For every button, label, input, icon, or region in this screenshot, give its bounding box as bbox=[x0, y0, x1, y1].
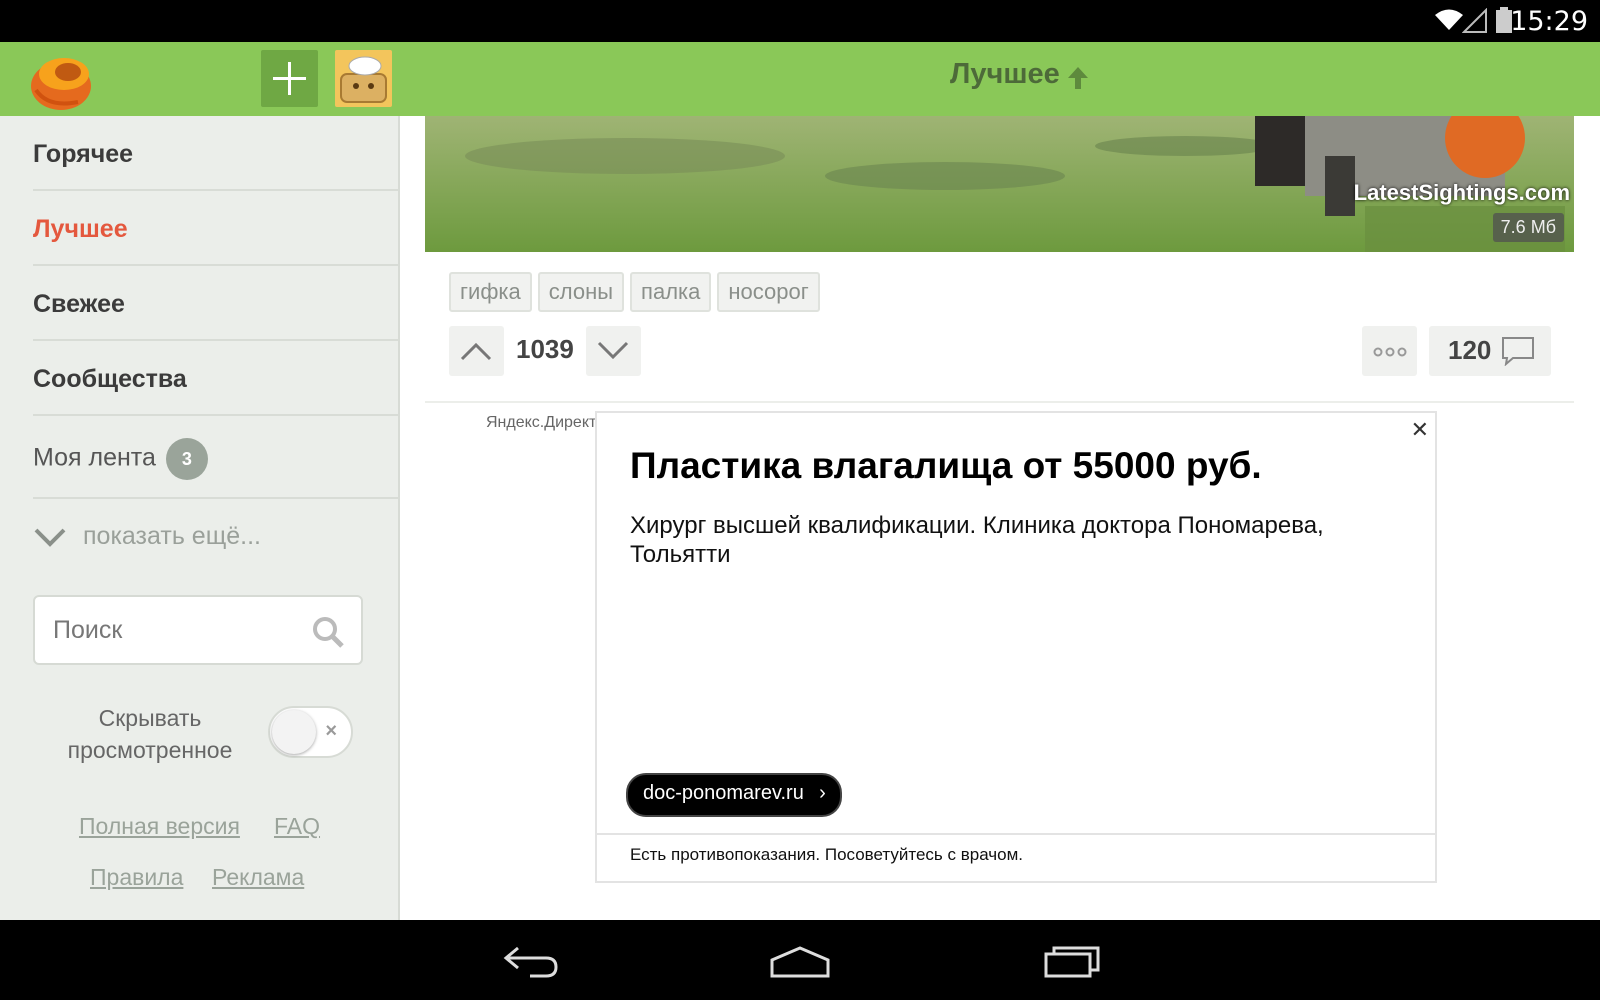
rules-link[interactable]: Правила bbox=[90, 864, 183, 891]
upvote-button[interactable] bbox=[449, 326, 504, 376]
hide-viewed-label: Скрывать просмотренное bbox=[67, 705, 233, 763]
search-input[interactable] bbox=[51, 615, 295, 646]
chevron-right-icon: › bbox=[819, 782, 826, 804]
sidebar-item-fresh[interactable]: Свежее bbox=[33, 266, 398, 341]
signal-icon bbox=[1462, 8, 1487, 33]
sidebar-item-hot[interactable]: Горячее bbox=[33, 116, 398, 191]
tag[interactable]: гифка bbox=[449, 272, 532, 312]
ad-block[interactable]: ✕ Пластика влагалища от 55000 руб. Хирур… bbox=[595, 411, 1437, 883]
tag[interactable]: носорог bbox=[717, 272, 820, 312]
wifi-icon bbox=[1435, 9, 1463, 30]
user-avatar[interactable] bbox=[335, 50, 392, 107]
top-bar: Лучшее bbox=[0, 42, 1600, 116]
pikabu-logo-icon[interactable] bbox=[28, 50, 94, 112]
post-score: 1039 bbox=[516, 334, 574, 364]
comment-bubble-icon bbox=[1502, 337, 1534, 366]
back-icon[interactable] bbox=[500, 942, 562, 980]
close-icon[interactable]: ✕ bbox=[1411, 417, 1429, 443]
home-icon[interactable] bbox=[768, 942, 832, 980]
post-gif[interactable]: LatestSightings.com 7.6 Мб bbox=[425, 116, 1574, 252]
android-nav-bar bbox=[0, 920, 1600, 1000]
sidebar: Горячее Лучшее Свежее Сообщества Моя лен… bbox=[0, 116, 400, 920]
sidebar-item-communities[interactable]: Сообщества bbox=[33, 341, 398, 416]
clock: 15:29 bbox=[1510, 6, 1588, 37]
toaster-icon bbox=[340, 56, 387, 103]
status-bar: 15:29 bbox=[0, 0, 1600, 42]
more-options-button[interactable] bbox=[1362, 326, 1417, 376]
show-more-link[interactable]: показать ещё... bbox=[33, 522, 261, 551]
gif-size-badge: 7.6 Мб bbox=[1492, 213, 1564, 242]
faq-link[interactable]: FAQ bbox=[274, 813, 320, 840]
search-icon[interactable] bbox=[311, 615, 345, 649]
tag-list: гифка слоны палка носорог bbox=[449, 272, 826, 312]
chevron-up-icon bbox=[460, 342, 492, 361]
downvote-button[interactable] bbox=[586, 326, 641, 376]
ads-link[interactable]: Реклама bbox=[212, 864, 304, 891]
tag[interactable]: слоны bbox=[537, 272, 625, 312]
feed-count-badge: 3 bbox=[165, 438, 208, 480]
ad-source-label[interactable]: Яндекс.Директ bbox=[486, 414, 596, 432]
toggle-knob bbox=[272, 710, 316, 754]
ad-text: Хирург высшей квалификации. Клиника докт… bbox=[630, 512, 1324, 568]
recent-apps-icon[interactable] bbox=[1042, 942, 1102, 980]
add-post-button[interactable] bbox=[261, 50, 318, 107]
main-content: LatestSightings.com 7.6 Мб гифка слоны пал… bbox=[400, 116, 1600, 920]
more-dots-icon bbox=[1373, 347, 1406, 357]
sidebar-item-my-feed[interactable]: Моя лента 3 bbox=[33, 416, 398, 499]
ad-separator bbox=[597, 833, 1435, 835]
post-divider bbox=[425, 401, 1574, 403]
page-title[interactable]: Лучшее bbox=[950, 58, 1060, 91]
chevron-down-icon bbox=[34, 528, 66, 548]
ad-link-button[interactable]: doc-ponomarev.ru › bbox=[626, 773, 842, 817]
search-box bbox=[33, 595, 363, 665]
hide-viewed-toggle[interactable]: × bbox=[268, 706, 353, 758]
ad-title[interactable]: Пластика влагалища от 55000 руб. bbox=[630, 445, 1262, 487]
tag[interactable]: палка bbox=[630, 272, 712, 312]
toggle-off-icon: × bbox=[325, 720, 337, 742]
comments-button[interactable]: 120 bbox=[1429, 326, 1551, 376]
watermark: LatestSightings.com bbox=[1353, 180, 1570, 205]
sidebar-item-best[interactable]: Лучшее bbox=[33, 191, 398, 266]
full-version-link[interactable]: Полная версия bbox=[79, 813, 240, 840]
arrow-up-icon bbox=[1068, 67, 1088, 89]
comments-count: 120 bbox=[1448, 335, 1492, 365]
chevron-down-icon bbox=[597, 341, 629, 360]
ad-warning: Есть противопоказания. Посоветуйтесь с в… bbox=[630, 845, 1024, 864]
